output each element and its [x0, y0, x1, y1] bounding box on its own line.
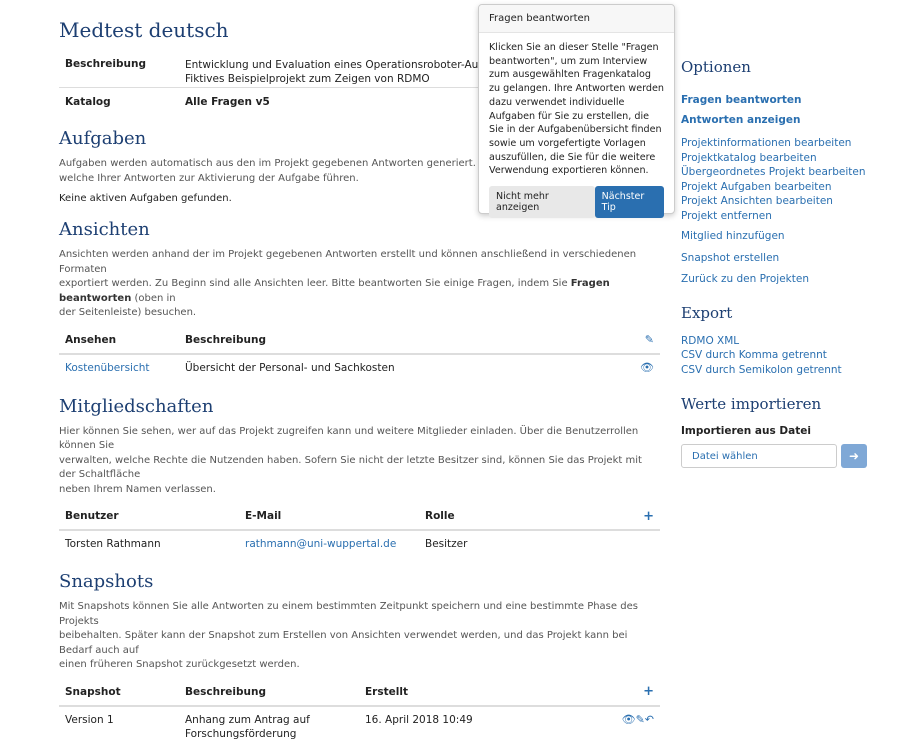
rollback-icon[interactable]: ↶	[645, 713, 654, 727]
export-csv-semicolon-link[interactable]: CSV durch Semikolon getrennt	[681, 363, 881, 378]
import-label: Importieren aus Datei	[681, 425, 811, 437]
create-snapshot-link[interactable]: Snapshot erstellen	[681, 251, 881, 266]
import-submit-button[interactable]: ➜	[841, 444, 867, 468]
add-snapshot-plus-icon[interactable]: +	[643, 684, 654, 699]
col-header: Erstellt	[365, 685, 408, 698]
memberships-text: neben Ihrem Namen verlassen.	[59, 483, 216, 495]
tour-popover: Fragen beantworten Klicken Sie an dieser…	[478, 4, 675, 219]
edit-parent-project-link[interactable]: Übergeordnetes Projekt bearbeiten	[681, 165, 881, 180]
member-role: Besitzer	[425, 538, 468, 550]
member-email-link[interactable]: rathmann@uni-wuppertal.de	[245, 538, 396, 550]
edit-project-info-link[interactable]: Projektinformationen bearbeiten	[681, 136, 881, 151]
col-header: Benutzer	[65, 510, 119, 522]
answer-questions-link[interactable]: Fragen beantworten	[681, 90, 881, 110]
view-link[interactable]: Kostenübersicht	[65, 362, 150, 374]
col-header: Beschreibung	[185, 333, 266, 346]
col-header: Ansehen	[65, 333, 117, 346]
member-name: Torsten Rathmann	[65, 538, 161, 550]
snapshot-description: Anhang zum Antrag auf Forschungsförderun…	[185, 713, 310, 740]
show-answers-link[interactable]: Antworten anzeigen	[681, 110, 881, 130]
snapshots-text: beibehalten. Später kann der Snapshot zu…	[59, 630, 628, 656]
table-row: Torsten Rathmann rathmann@uni-wuppertal.…	[59, 531, 660, 557]
arrow-right-icon: ➜	[848, 449, 860, 463]
views-text: exportiert werden. Zu Beginn sind alle A…	[59, 278, 610, 304]
views-header: Ansehen Beschreibung ✎	[59, 327, 660, 355]
file-choose-button[interactable]: Datei wählen	[681, 444, 837, 468]
catalog-label: Katalog	[65, 96, 111, 108]
project-edit-links: Projektinformationen bearbeiten Projektk…	[681, 136, 881, 223]
memberships-text: Hier können Sie sehen, wer auf das Proje…	[59, 425, 639, 452]
snapshots-title: Snapshots	[59, 571, 154, 592]
snapshots-header: Snapshot Beschreibung Erstellt +	[59, 679, 660, 707]
table-row: Kostenübersicht Übersicht der Personal- …	[59, 355, 660, 381]
snapshot-created: 16. April 2018 10:49	[365, 713, 473, 726]
snapshots-table: Snapshot Beschreibung Erstellt + Version…	[59, 679, 660, 741]
view-description: Übersicht der Personal- und Sachkosten	[185, 361, 395, 374]
memberships-header: Benutzer E-Mail Rolle +	[59, 503, 660, 531]
col-header: Beschreibung	[185, 685, 266, 698]
table-row: Version 1 Anhang zum Antrag auf Forschun…	[59, 707, 660, 741]
col-header: E-Mail	[245, 510, 282, 522]
next-tip-button[interactable]: Nächster Tip	[594, 186, 664, 219]
catalog-value: Alle Fragen v5	[185, 96, 270, 108]
edit-pencil-icon[interactable]: ✎	[645, 333, 654, 346]
eye-icon[interactable]: 👁	[622, 713, 636, 727]
export-xml-link[interactable]: RDMO XML	[681, 334, 881, 349]
col-header: Rolle	[425, 510, 455, 522]
add-member-link[interactable]: Mitglied hinzufügen	[681, 229, 881, 244]
dismiss-tour-button[interactable]: Nicht mehr anzeigen	[489, 186, 595, 219]
eye-icon[interactable]: 👁	[640, 361, 654, 374]
edit-tasks-link[interactable]: Projekt Aufgaben bearbeiten	[681, 180, 881, 195]
views-text: der Seitenleiste) besuchen.	[59, 307, 197, 318]
snapshots-text: Mit Snapshots können Sie alle Antworten …	[59, 601, 638, 627]
views-title: Ansichten	[59, 219, 150, 240]
memberships-text: verwalten, welche Rechte die Nutzenden h…	[59, 454, 642, 481]
options-title: Optionen	[681, 58, 751, 76]
edit-pencil-icon[interactable]: ✎	[636, 713, 645, 727]
delete-project-link[interactable]: Projekt entfernen	[681, 209, 881, 224]
sidebar: Optionen Fragen beantworten Antworten an…	[681, 58, 881, 468]
views-table: Ansehen Beschreibung ✎ Kostenübersicht Ü…	[59, 327, 660, 381]
edit-catalog-link[interactable]: Projektkatalog bearbeiten	[681, 151, 881, 166]
popover-title: Fragen beantworten	[479, 5, 674, 33]
export-title: Export	[681, 303, 733, 322]
memberships-table: Benutzer E-Mail Rolle + Torsten Rathmann…	[59, 503, 660, 557]
import-title: Werte importieren	[681, 395, 822, 413]
export-csv-comma-link[interactable]: CSV durch Komma getrennt	[681, 348, 881, 363]
edit-views-link[interactable]: Projekt Ansichten bearbeiten	[681, 194, 881, 209]
memberships-title: Mitgliedschaften	[59, 395, 214, 417]
col-header: Snapshot	[65, 685, 121, 698]
description-label: Beschreibung	[65, 58, 146, 70]
views-text: Ansichten werden anhand der im Projekt g…	[59, 249, 637, 275]
add-member-plus-icon[interactable]: +	[643, 509, 654, 524]
snapshots-text: einen früheren Snapshot zurückgesetzt we…	[59, 659, 300, 670]
snapshot-name: Version 1	[65, 713, 114, 726]
popover-body: Klicken Sie an dieser Stelle "Fragen bea…	[489, 42, 665, 177]
back-to-projects-link[interactable]: Zurück zu den Projekten	[681, 272, 881, 287]
